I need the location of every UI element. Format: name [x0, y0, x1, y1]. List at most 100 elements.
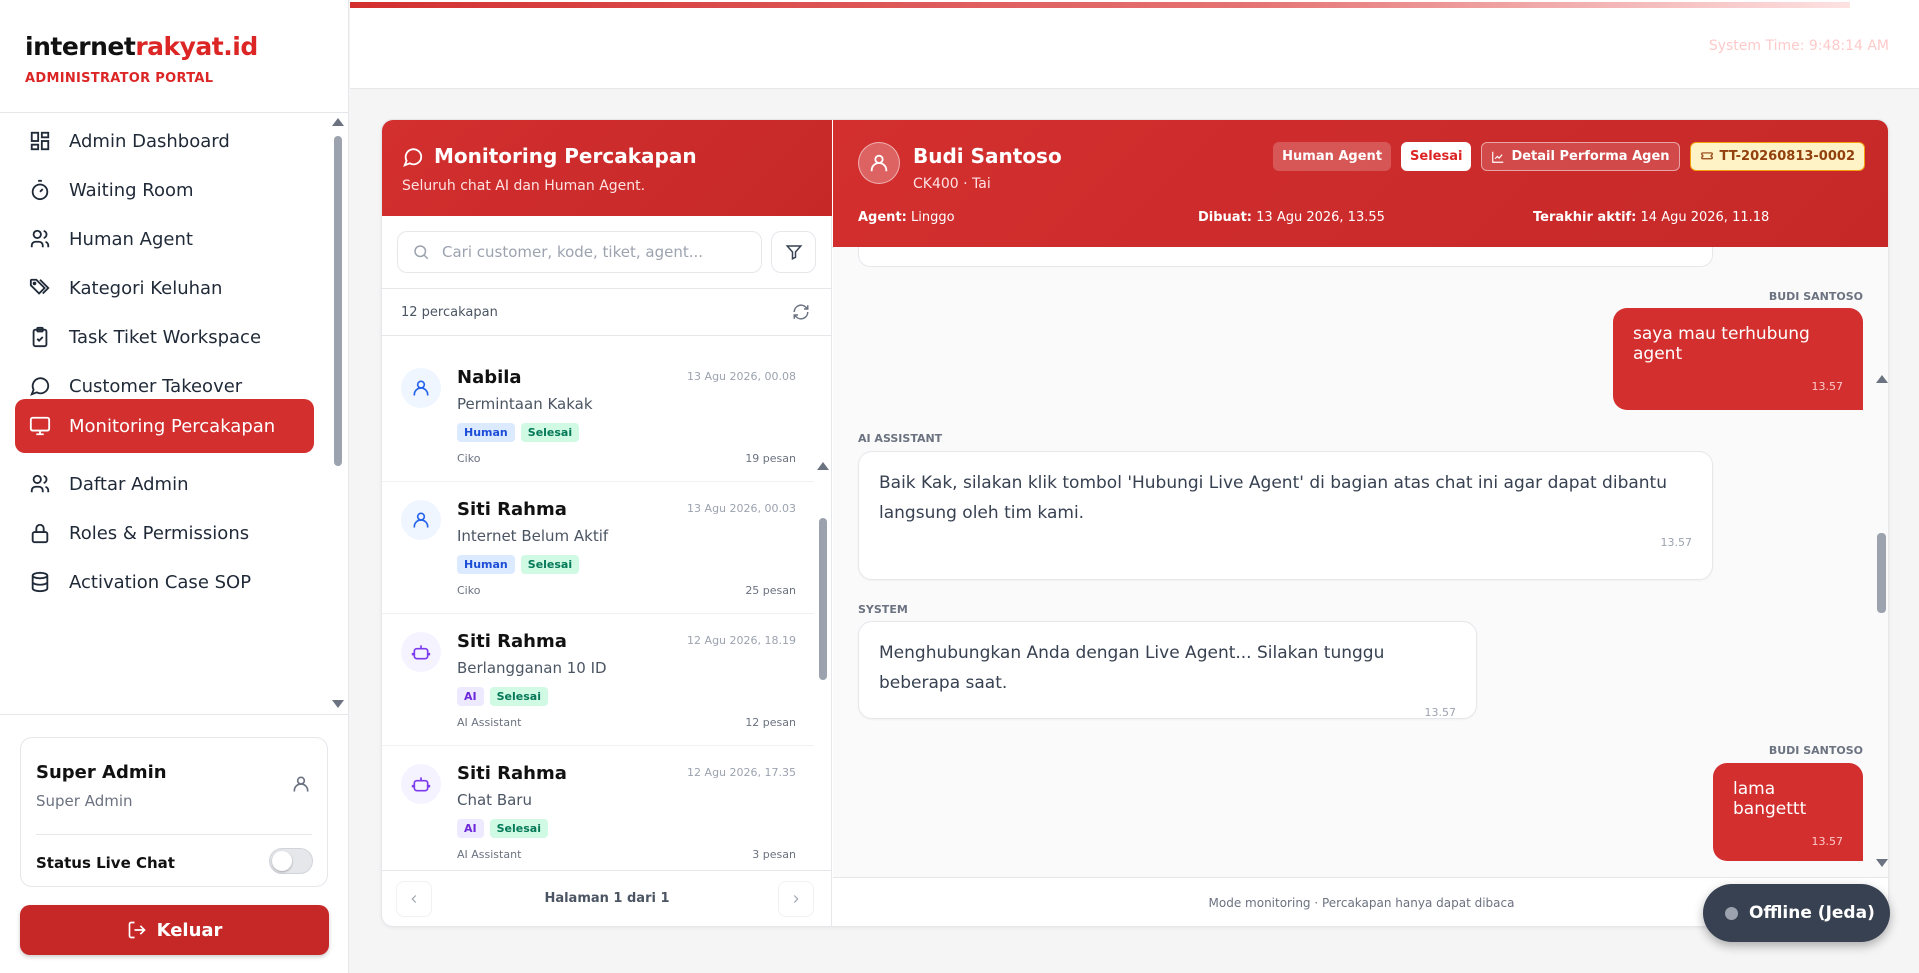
agent-status-pill[interactable]: Offline (Jeda) [1703, 884, 1890, 942]
sidebar: internetrakyat.id ADMINISTRATOR PORTAL A… [0, 0, 349, 973]
agent-status-label: Offline (Jeda) [1749, 903, 1875, 923]
chevron-right-icon [793, 895, 799, 903]
chat-scrollbar[interactable] [1873, 247, 1888, 867]
scroll-down-arrow[interactable] [332, 700, 344, 708]
filter-button[interactable] [771, 231, 816, 273]
sidebar-item-monitoring-percakapan[interactable]: Monitoring Percakapan [15, 399, 314, 453]
conversation-list-scrollbar[interactable] [816, 346, 830, 866]
bot-icon [411, 645, 431, 660]
lock-icon [31, 523, 49, 544]
list-item[interactable]: Siti Rahma 12 Agu 2026, 18.19 Berlanggan… [382, 614, 814, 746]
conversation-date: 13 Agu 2026, 00.03 [687, 502, 796, 515]
conversation-date: 13 Agu 2026, 00.08 [687, 370, 796, 383]
message-thread: BUDI SANTOSO saya mau terhubung agent 13… [833, 247, 1873, 926]
live-chat-toggle[interactable] [269, 848, 313, 874]
conversation-name: Nabila [457, 367, 522, 388]
message-text: saya mau terhubung agent [1633, 324, 1810, 364]
sidebar-item-label: Activation Case SOP [69, 571, 252, 593]
sidebar-item-human-agent[interactable]: Human Agent [15, 212, 314, 266]
ticket-badge[interactable]: TT-20260813-0002 [1689, 142, 1865, 171]
list-item[interactable]: Nabila 13 Agu 2026, 00.08 Permintaan Kak… [382, 350, 814, 482]
scroll-up-arrow[interactable] [817, 462, 829, 470]
sidebar-item-kategori-keluhan[interactable]: Kategori Keluhan [15, 261, 314, 315]
brand: internetrakyat.id ADMINISTRATOR PORTAL [0, 0, 348, 113]
message-bubble-system: Menghubungkan Anda dengan Live Agent... … [858, 621, 1477, 719]
scrollbar-thumb[interactable] [1877, 533, 1886, 613]
meta-agent-label: Agent: [858, 210, 907, 225]
message-sender: BUDI SANTOSO [1768, 744, 1863, 757]
sidebar-item-label: Waiting Room [69, 179, 194, 201]
scroll-down-arrow[interactable] [1876, 859, 1888, 867]
conversation-name: Siti Rahma [457, 631, 567, 652]
sidebar-scrollbar[interactable] [330, 118, 346, 708]
refresh-icon[interactable] [792, 303, 810, 321]
user-name: Super Admin [36, 762, 167, 783]
next-page-button[interactable] [778, 881, 814, 917]
user-icon [870, 154, 888, 172]
sidebar-item-roles-permissions[interactable]: Roles & Permissions [15, 506, 314, 560]
loading-progress-bar [350, 2, 1850, 8]
clipboard-check-icon [32, 326, 48, 348]
sidebar-item-admin-dashboard[interactable]: Admin Dashboard [15, 114, 314, 168]
list-item[interactable]: Siti Rahma 13 Agu 2026, 00.03 Internet B… [382, 482, 814, 614]
panel-title: Monitoring Percakapan [434, 144, 697, 168]
system-time: System Time: 9:48:14 AM [1708, 38, 1889, 54]
status-badge: Selesai [1401, 142, 1472, 171]
conversation-count-row: 12 percakapan [382, 288, 832, 336]
brand-name-part2: rakyat.id [135, 32, 258, 61]
sidebar-item-daftar-admin[interactable]: Daftar Admin [15, 457, 314, 511]
chart-icon [1492, 151, 1504, 163]
sidebar-item-task-tiket-workspace[interactable]: Task Tiket Workspace [15, 310, 314, 364]
customer-info: CK400 · Tai [913, 176, 991, 192]
list-item[interactable]: Siti Rahma 12 Agu 2026, 17.35 Chat Baru … [382, 746, 814, 862]
sidebar-item-label: Human Agent [69, 228, 193, 250]
conversation-list: Nabila 13 Agu 2026, 00.08 Permintaan Kak… [382, 350, 814, 862]
dashboard-icon [30, 131, 50, 151]
scrollbar-thumb[interactable] [334, 136, 342, 466]
avatar [858, 142, 900, 184]
type-badge: AI [457, 687, 484, 706]
message-time: 13.57 [1660, 536, 1693, 549]
search-box [397, 231, 762, 273]
meta-last-active: Terakhir aktif: 14 Agu 2026, 11.18 [1533, 210, 1769, 225]
sidebar-item-activation-case-sop[interactable]: Activation Case SOP [15, 555, 314, 609]
logout-button[interactable]: Keluar [20, 905, 329, 955]
meta-created-value: 13 Agu 2026, 13.55 [1256, 210, 1385, 225]
sidebar-nav: Admin Dashboard Waiting Room Human Agent… [0, 113, 349, 713]
conversation-topic: Permintaan Kakak [457, 395, 593, 413]
message-bubble-partial [858, 247, 1713, 267]
scrollbar-thumb[interactable] [819, 518, 827, 680]
conversation-agent: AI Assistant [457, 848, 522, 861]
conversation-agent: Ciko [457, 452, 481, 465]
message-text: Baik Kak, silakan klik tombol 'Hubungi L… [879, 473, 1667, 523]
bot-icon [411, 777, 431, 792]
sidebar-item-waiting-room[interactable]: Waiting Room [15, 163, 314, 217]
chat-header: Budi Santoso CK400 · Tai Human Agent Sel… [833, 120, 1888, 247]
scroll-up-arrow[interactable] [332, 118, 344, 126]
pagination: Halaman 1 dari 1 [382, 870, 832, 926]
brand-logo[interactable]: internetrakyat.id [25, 32, 324, 61]
conversation-list-header: Monitoring Percakapan Seluruh chat AI da… [382, 120, 832, 216]
conversation-message-count: 25 pesan [745, 584, 796, 597]
conversation-topic: Chat Baru [457, 791, 532, 809]
message-text: Menghubungkan Anda dengan Live Agent... … [879, 643, 1385, 693]
avatar [401, 368, 441, 408]
status-badge: Selesai [489, 819, 548, 838]
avatar [401, 632, 441, 672]
conversation-date: 12 Agu 2026, 18.19 [687, 634, 796, 647]
sidebar-item-label: Admin Dashboard [69, 130, 230, 152]
page-indicator: Halaman 1 dari 1 [544, 891, 670, 906]
live-chat-status-label: Status Live Chat [36, 854, 175, 872]
meta-agent-value: Linggo [911, 210, 955, 225]
toggle-knob [272, 851, 292, 871]
users-icon [30, 229, 50, 248]
search-input[interactable] [442, 243, 742, 261]
scroll-up-arrow[interactable] [1876, 375, 1888, 383]
conversation-tags: Human Selesai [457, 555, 580, 574]
type-badge: Human Agent [1273, 142, 1392, 171]
message-circle-icon [30, 377, 50, 396]
agent-performance-button[interactable]: Detail Performa Agen [1481, 142, 1680, 171]
filter-icon [785, 245, 802, 260]
brand-subtitle: ADMINISTRATOR PORTAL [25, 71, 214, 86]
conversation-list-column: Monitoring Percakapan Seluruh chat AI da… [382, 120, 832, 926]
